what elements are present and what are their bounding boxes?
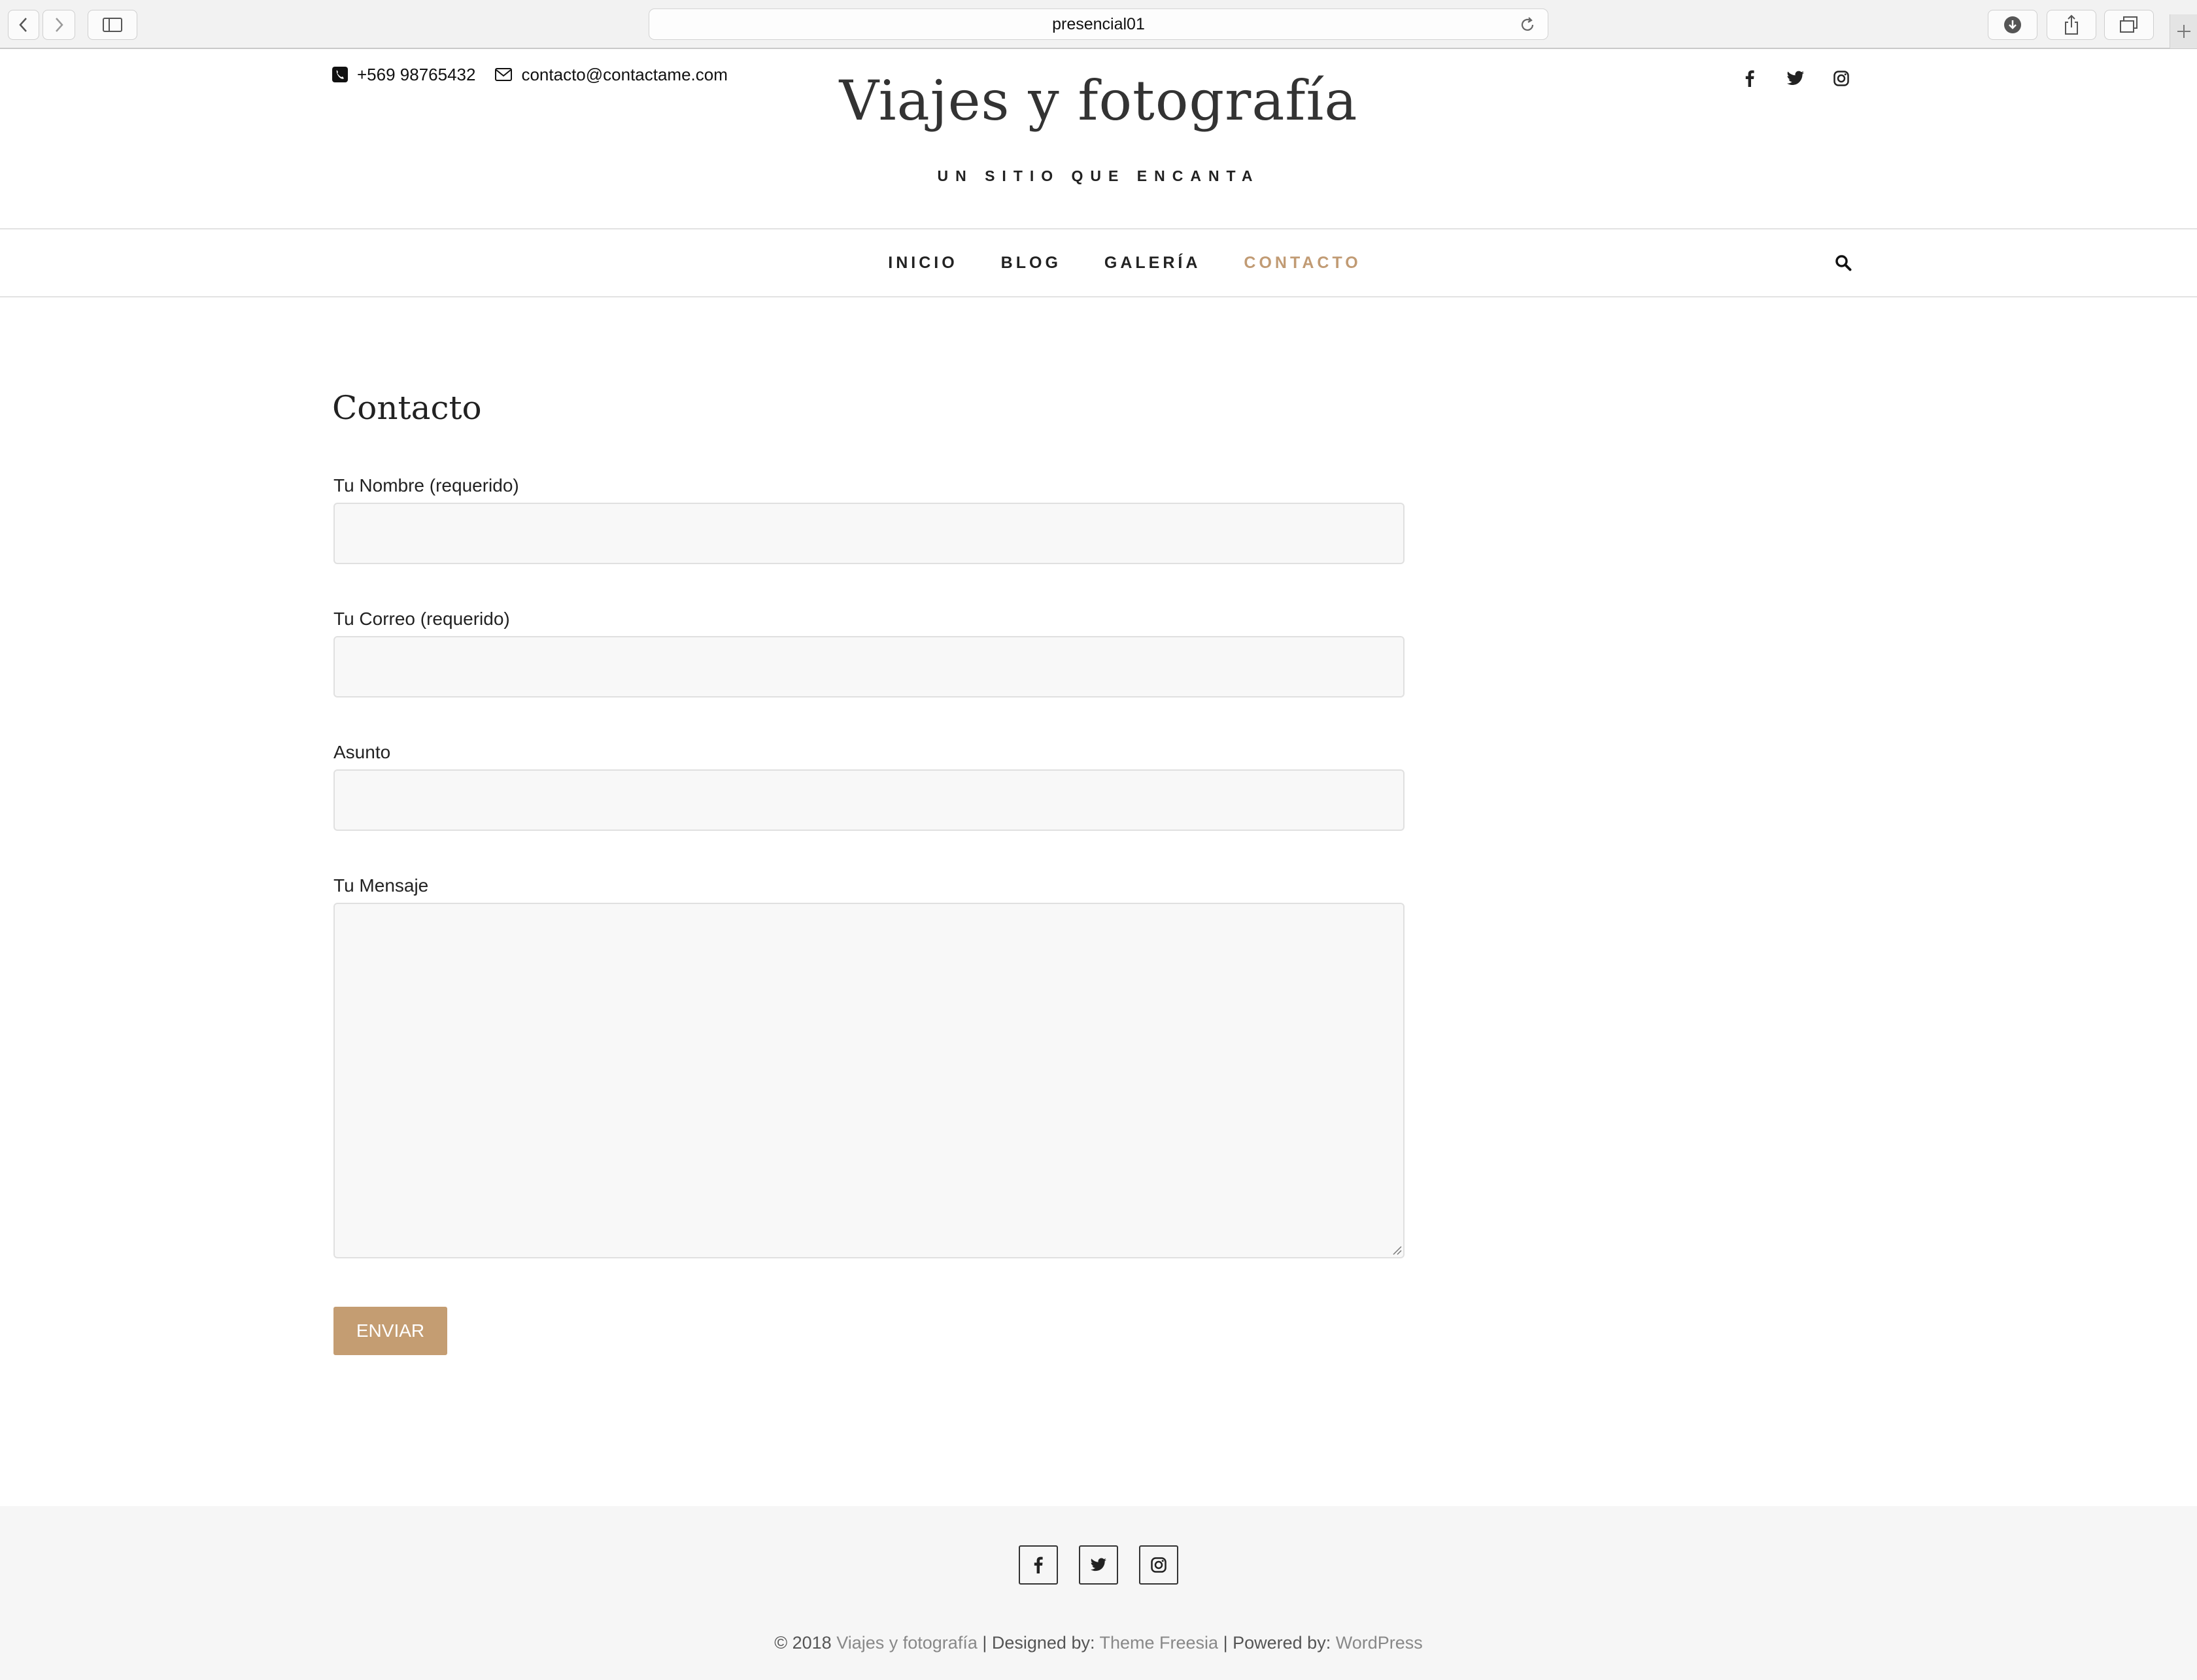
nav-item-inicio[interactable]: INICIO (888, 254, 957, 273)
footer-copyright: © 2018 Viajes y fotografía | Designed by… (0, 1633, 2197, 1653)
instagram-icon[interactable] (1139, 1545, 1178, 1585)
footer-theme-link[interactable]: Theme Freesia (1100, 1633, 1219, 1653)
forward-button[interactable] (43, 10, 75, 40)
name-input[interactable] (333, 503, 1405, 564)
nav-item-blog[interactable]: BLOG (1001, 254, 1061, 273)
footer-site-link[interactable]: Viajes y fotografía (836, 1633, 978, 1653)
site-footer: © 2018 Viajes y fotografía | Designed by… (0, 1506, 2197, 1680)
message-textarea[interactable] (333, 903, 1405, 1258)
chevron-right-icon (56, 18, 63, 32)
share-button[interactable] (2047, 10, 2096, 40)
subject-input[interactable] (333, 769, 1405, 831)
facebook-icon[interactable] (1019, 1545, 1058, 1585)
tabs-icon (2120, 16, 2137, 33)
site-tagline: UN SITIO QUE ENCANTA (937, 167, 1260, 184)
sidebar-icon (103, 18, 122, 32)
name-field-label: Tu Nombre (requerido) (333, 475, 519, 496)
page-title: Contacto (332, 389, 482, 427)
main-navigation: INICIO BLOG GALERÍA CONTACTO (0, 228, 2197, 297)
tabs-overview-button[interactable] (2104, 10, 2154, 40)
email-field-label: Tu Correo (requerido) (333, 609, 510, 629)
twitter-icon[interactable] (1079, 1545, 1118, 1585)
message-field-label: Tu Mensaje (333, 875, 429, 896)
plus-icon (2177, 25, 2190, 38)
subject-field-label: Asunto (333, 742, 391, 762)
downloads-button[interactable] (1988, 10, 2037, 40)
address-bar[interactable]: presencial01 (649, 8, 1548, 40)
email-input[interactable] (333, 636, 1405, 697)
browser-toolbar: presencial01 (0, 0, 2197, 49)
copyright-year: © 2018 (774, 1633, 832, 1653)
footer-platform-link[interactable]: WordPress (1336, 1633, 1423, 1653)
reload-icon[interactable] (1519, 16, 1536, 33)
designed-by-label: | Designed by: (982, 1633, 1095, 1653)
chevron-left-icon (19, 18, 27, 32)
sidebar-toggle-button[interactable] (88, 10, 137, 40)
new-tab-button[interactable] (2170, 14, 2197, 48)
footer-social-links (0, 1545, 2197, 1585)
site-title[interactable]: Viajes y fotografía (0, 69, 2197, 133)
share-icon (2065, 14, 2078, 35)
submit-button[interactable]: ENVIAR (333, 1307, 447, 1355)
back-button[interactable] (8, 10, 39, 40)
search-icon[interactable] (1835, 254, 1852, 271)
download-icon (2004, 16, 2021, 33)
url-text: presencial01 (1052, 14, 1145, 33)
nav-item-contacto[interactable]: CONTACTO (1244, 254, 1361, 273)
powered-by-label: | Powered by: (1223, 1633, 1331, 1653)
nav-item-galeria[interactable]: GALERÍA (1104, 254, 1201, 273)
resize-handle-icon[interactable] (1391, 1245, 1402, 1255)
